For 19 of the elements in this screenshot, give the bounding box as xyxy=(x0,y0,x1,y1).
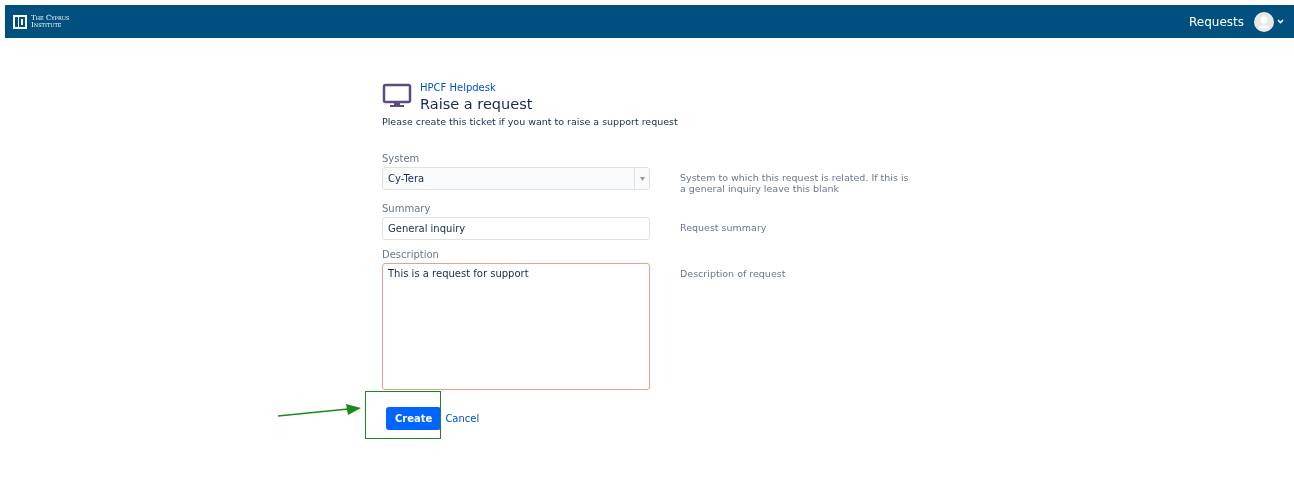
caret-icon xyxy=(639,176,645,181)
help-text: System to which this request is related. If this is a general inquiry leave this blank xyxy=(680,172,910,194)
help-text: Request summary xyxy=(680,222,768,235)
portal-link[interactable]: HPCF Helpdesk xyxy=(420,82,533,93)
create-button[interactable]: Create xyxy=(386,407,442,430)
page-title: Raise a request xyxy=(420,96,533,112)
cancel-link[interactable]: Cancel xyxy=(445,413,480,424)
field-label: System xyxy=(382,153,421,164)
description-field[interactable]: This is a request for support xyxy=(382,263,650,390)
avatar-icon[interactable] xyxy=(1254,11,1284,32)
help-text: Description of request xyxy=(680,268,787,281)
monitor-icon xyxy=(382,81,412,109)
requests-link[interactable]: Requests xyxy=(1189,14,1244,29)
logo-icon xyxy=(13,14,27,29)
page-description: Please create this ticket if you want to raise a support request xyxy=(382,116,679,127)
field-label: Description xyxy=(382,249,440,260)
field-label: Summary xyxy=(382,203,432,214)
summary-field[interactable]: General inquiry xyxy=(382,217,650,240)
system-dropdown[interactable]: Cy-Tera xyxy=(382,167,650,190)
